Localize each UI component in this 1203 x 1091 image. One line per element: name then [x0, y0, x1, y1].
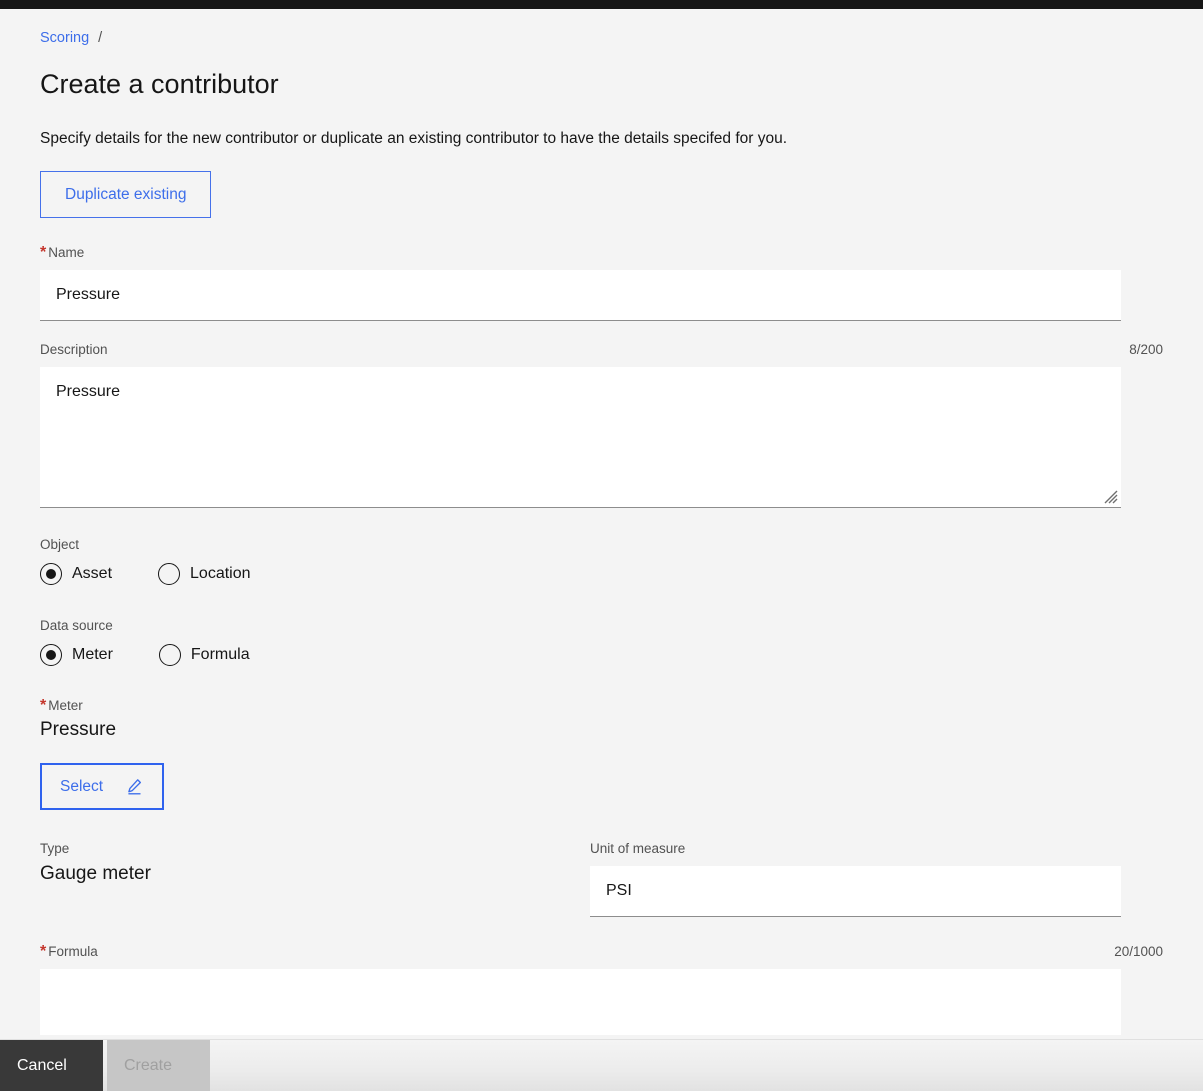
description-textarea[interactable]	[40, 367, 1121, 508]
radio-meter-circle-icon	[40, 644, 62, 666]
meter-field-group: * Meter Pressure Select	[40, 696, 1163, 810]
name-input[interactable]	[40, 270, 1121, 321]
meter-label-text: Meter	[48, 698, 83, 713]
description-field-group: Description 8/200	[40, 341, 1163, 508]
cancel-button[interactable]: Cancel	[0, 1040, 103, 1091]
radio-formula-circle-icon	[158, 644, 181, 666]
top-black-bar	[0, 0, 1203, 9]
meter-label: * Meter	[40, 697, 83, 714]
description-character-counter: 8/200	[1129, 342, 1163, 357]
formula-label: * Formula	[40, 943, 98, 960]
unit-label-row: Unit of measure	[590, 840, 1121, 857]
description-label-row: Description 8/200	[40, 341, 1163, 358]
name-label-text: Name	[48, 245, 85, 260]
object-group-label: Object	[40, 537, 80, 552]
select-meter-button[interactable]: Select	[40, 763, 165, 810]
object-radio-row: Asset Location	[40, 563, 1163, 585]
breadcrumb-separator: /	[98, 30, 103, 46]
description-label: Description	[40, 342, 108, 357]
type-field-group: Type Gauge meter	[40, 840, 590, 917]
formula-character-counter: 20/1000	[1114, 944, 1163, 959]
formula-textarea[interactable]	[40, 969, 1121, 1035]
radio-location-label: Location	[190, 565, 251, 582]
required-asterisk-icon: *	[40, 697, 47, 714]
name-field-group: * Name	[40, 244, 1163, 321]
radio-option-meter[interactable]: Meter	[40, 644, 113, 666]
required-asterisk-icon: *	[40, 244, 47, 261]
create-button[interactable]: Create	[107, 1040, 210, 1091]
radio-option-asset[interactable]: Asset	[40, 563, 112, 585]
data-source-radio-row: Meter Formula	[40, 644, 1163, 666]
breadcrumb: Scoring /	[40, 29, 1163, 47]
unit-of-measure-field-group: Unit of measure	[590, 840, 1121, 917]
page-title: Create a contributor	[40, 69, 279, 99]
type-and-unit-row: Type Gauge meter Unit of measure	[40, 840, 1163, 917]
radio-asset-circle-icon	[40, 563, 62, 585]
formula-label-text: Formula	[48, 944, 98, 959]
radio-option-formula[interactable]: Formula	[158, 644, 250, 666]
breadcrumb-link-scoring[interactable]: Scoring	[40, 29, 89, 47]
radio-formula-label: Formula	[190, 646, 250, 663]
data-source-radio-group: Data source Meter Formula	[40, 617, 1163, 666]
page-description: Specify details for the new contributor …	[40, 130, 788, 147]
action-bar: Cancel Create	[0, 1039, 1203, 1091]
radio-meter-label: Meter	[72, 646, 113, 663]
radio-asset-label: Asset	[72, 565, 113, 582]
meter-value: Pressure	[40, 719, 117, 740]
required-asterisk-icon: *	[40, 943, 47, 960]
page-scroll-region: Scoring / Create a contributor Specify d…	[0, 9, 1203, 1035]
duplicate-existing-button[interactable]: Duplicate existing	[40, 171, 212, 218]
edit-pencil-icon	[128, 779, 142, 795]
select-button-label: Select	[60, 777, 104, 795]
data-source-group-label: Data source	[40, 618, 113, 633]
object-radio-group: Object Asset Location	[40, 536, 1163, 585]
description-textarea-wrap	[40, 367, 1121, 508]
type-label: Type	[40, 841, 70, 856]
unit-of-measure-label: Unit of measure	[590, 841, 686, 856]
name-label-row: * Name	[40, 244, 1163, 261]
formula-label-row: * Formula 20/1000	[40, 943, 1163, 960]
radio-location-circle-icon	[158, 563, 181, 585]
unit-of-measure-input[interactable]	[590, 866, 1121, 917]
formula-field-group: * Formula 20/1000	[40, 943, 1163, 1035]
radio-option-location[interactable]: Location	[158, 563, 251, 585]
type-value: Gauge meter	[40, 863, 151, 884]
name-label: * Name	[40, 244, 84, 261]
